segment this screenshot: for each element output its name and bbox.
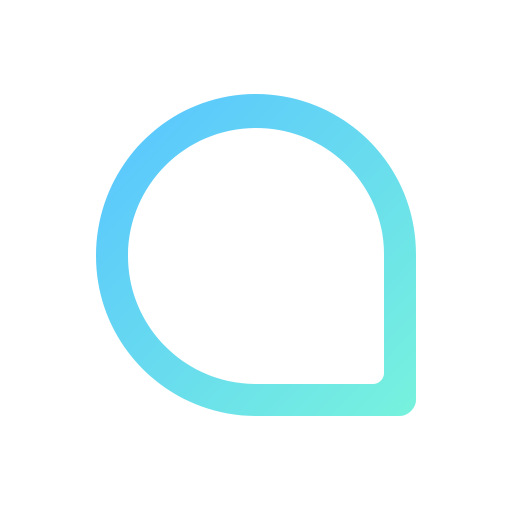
- speech-bubble-icon: [96, 94, 416, 416]
- speech-bubble-shape: [96, 94, 416, 416]
- app-icon-canvas: [0, 0, 512, 512]
